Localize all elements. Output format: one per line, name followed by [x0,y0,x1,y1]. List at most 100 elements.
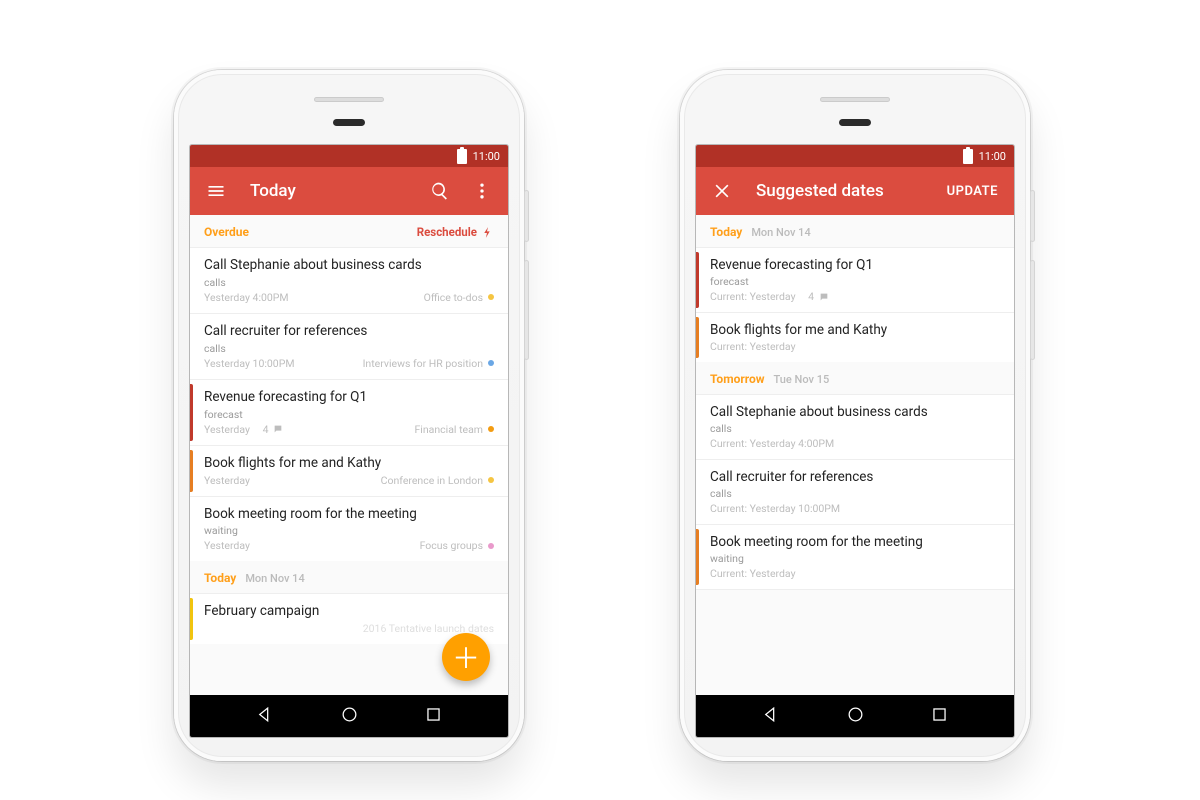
task-sub: calls [710,487,1000,500]
suggested-task-row[interactable]: Book meeting room for the meeting waitin… [696,524,1014,590]
android-nav-bar [696,695,1014,737]
reschedule-icon [481,226,494,239]
suggested-task-row[interactable]: Revenue forecasting for Q1 forecast Curr… [696,247,1014,312]
task-row[interactable]: Call Stephanie about business cards call… [190,247,508,313]
nav-back-icon[interactable] [255,705,274,728]
nav-home-icon[interactable] [340,705,359,728]
screen-right: 11:00 Suggested dates UPDATE Today Mon N… [696,145,1014,737]
task-title: Revenue forecasting for Q1 [710,257,1000,273]
battery-icon [457,149,467,164]
suggested-task-row[interactable]: Call recruiter for references calls Curr… [696,459,1014,524]
earpiece [820,97,890,102]
task-title: Book flights for me and Kathy [204,455,494,472]
clock: 11:00 [473,150,500,163]
task-sub: waiting [710,552,1000,565]
front-sensor [839,119,871,126]
battery-icon [963,149,973,164]
app-bar: Suggested dates UPDATE [696,167,1014,215]
content-list[interactable]: Overdue Reschedule Call Stephanie about … [190,215,508,695]
android-nav-bar [190,695,508,737]
plus-icon: ＋ [452,637,480,677]
task-current: Current: Yesterday [710,340,1000,353]
task-project: Office to-dos [424,291,494,304]
power-button [1030,190,1035,242]
task-sub: calls [204,342,494,355]
task-title: Book meeting room for the meeting [710,534,1000,550]
task-time: Yesterday 4 [204,423,283,436]
task-row[interactable]: Book meeting room for the meeting waitin… [190,496,508,562]
task-sub: calls [710,422,1000,435]
earpiece [314,97,384,102]
task-title: Book meeting room for the meeting [204,506,494,523]
task-row[interactable]: Revenue forecasting for Q1 forecast Yest… [190,379,508,445]
task-row[interactable]: Call recruiter for references calls Yest… [190,313,508,379]
priority-bar [190,450,193,492]
clock: 11:00 [979,150,1006,163]
nav-recent-icon[interactable] [424,705,443,728]
section-header-today: Today Mon Nov 14 [190,561,508,593]
task-row[interactable]: Book flights for me and Kathy Yesterday … [190,445,508,496]
status-bar: 11:00 [190,145,508,167]
priority-bar [696,529,699,585]
task-sub: calls [204,276,494,289]
suggested-task-row[interactable]: Book flights for me and Kathy Current: Y… [696,312,1014,362]
task-time: Yesterday [204,474,250,487]
task-current: Current: Yesterday [710,567,1000,580]
task-project: Financial team [414,423,494,436]
update-button[interactable]: UPDATE [939,184,1006,199]
task-project: Conference in London [381,474,494,487]
priority-bar [190,598,193,640]
priority-bar [696,317,699,358]
appbar-title: Suggested dates [746,181,933,201]
reschedule-button[interactable]: Reschedule [417,225,494,239]
power-button [524,190,529,242]
task-time: Yesterday 10:00PM [204,357,295,370]
comment-icon [273,424,283,434]
content-list[interactable]: Today Mon Nov 14 Revenue forecasting for… [696,215,1014,695]
task-sub: forecast [204,408,494,421]
suggested-task-row[interactable]: Call Stephanie about business cards call… [696,394,1014,459]
task-project: Interviews for HR position [363,357,494,370]
screen-left: 11:00 Today Overdue Reschedule [190,145,508,737]
front-sensor [333,119,365,126]
task-time: Yesterday 4:00PM [204,291,289,304]
task-title: Call Stephanie about business cards [710,404,1000,420]
task-title: Call recruiter for references [710,469,1000,485]
section-header-date: Tomorrow Tue Nov 15 [696,362,1014,394]
search-icon[interactable] [422,173,458,209]
volume-rocker [524,260,529,360]
section-header-overdue: Overdue Reschedule [190,215,508,247]
volume-rocker [1030,260,1035,360]
nav-back-icon[interactable] [761,705,780,728]
status-bar: 11:00 [696,145,1014,167]
appbar-title: Today [240,181,416,201]
task-project: Focus groups [420,539,494,552]
task-title: Book flights for me and Kathy [710,322,1000,338]
task-title: February campaign [204,603,494,620]
task-title: Revenue forecasting for Q1 [204,389,494,406]
app-bar: Today [190,167,508,215]
task-time: Yesterday [204,539,250,552]
fab-add-task[interactable]: ＋ [442,633,490,681]
menu-icon[interactable] [198,173,234,209]
reschedule-label: Reschedule [417,225,477,239]
overdue-label: Overdue [204,225,249,239]
nav-recent-icon[interactable] [930,705,949,728]
close-icon[interactable] [704,173,740,209]
nav-home-icon[interactable] [846,705,865,728]
phone-frame-left: 11:00 Today Overdue Reschedule [174,70,524,761]
task-sub: forecast [710,275,1000,288]
task-current: Current: Yesterday 10:00PM [710,502,1000,515]
more-icon[interactable] [464,173,500,209]
section-header-date: Today Mon Nov 14 [696,215,1014,247]
phone-frame-right: 11:00 Suggested dates UPDATE Today Mon N… [680,70,1030,761]
task-current: Current: Yesterday 4:00PM [710,437,1000,450]
task-title: Call recruiter for references [204,323,494,340]
task-title: Call Stephanie about business cards [204,257,494,274]
task-current: Current: Yesterday 4 [710,290,1000,303]
task-sub: waiting [204,524,494,537]
priority-bar [696,252,699,308]
comment-icon [819,292,829,302]
task-meta: 2016 Tentative launch dates [363,622,494,635]
priority-bar [190,384,193,441]
